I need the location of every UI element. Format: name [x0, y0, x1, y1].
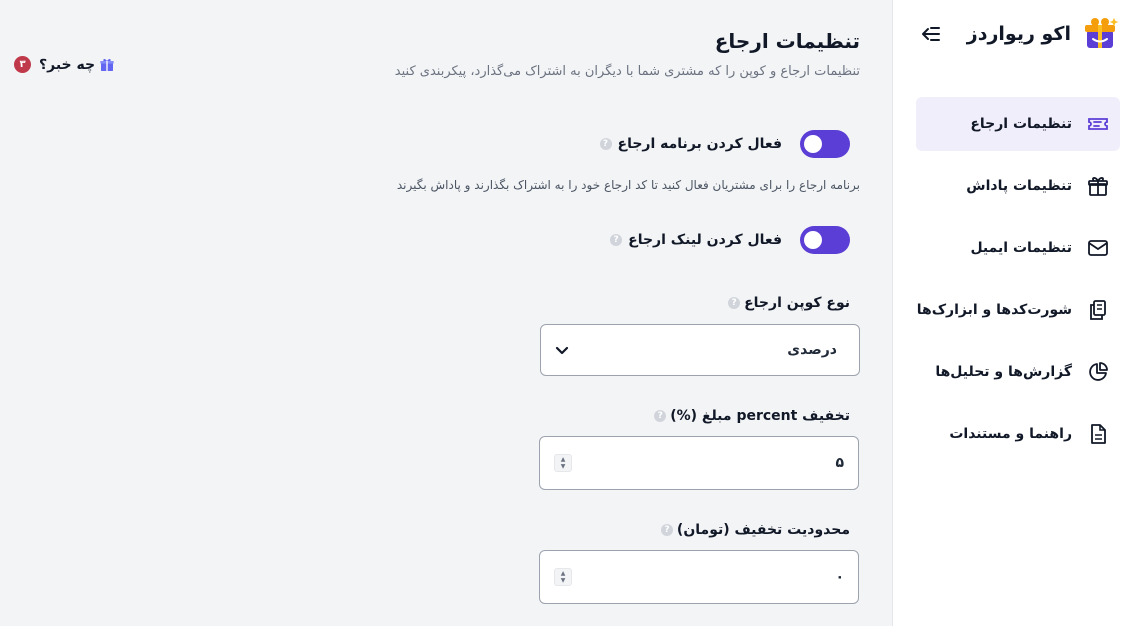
sidebar-item-label: تنظیمات ایمیل	[970, 240, 1072, 256]
discount-label: تخفیف percent مبلغ (%)	[670, 408, 850, 424]
brand-name: اکو ریواردز	[966, 23, 1071, 45]
mail-icon	[1088, 240, 1108, 256]
coupon-type-label-row: نوع کوپن ارجاع ?	[728, 295, 850, 311]
enable-program-toggle[interactable]	[800, 130, 850, 158]
sidebar-item-label: راهنما و مستندات	[949, 426, 1072, 442]
sidebar-item-label: تنظیمات ارجاع	[970, 116, 1072, 132]
gift-icon	[1088, 177, 1108, 196]
chevron-down-icon	[555, 346, 569, 355]
help-icon[interactable]: ?	[610, 234, 623, 246]
coupon-type-label: نوع کوپن ارجاع	[744, 295, 850, 311]
sidebar-item-label: شورت‌کدها و ابزارک‌ها	[916, 302, 1072, 318]
help-icon[interactable]: ?	[660, 524, 673, 536]
number-stepper[interactable]: ▲ ▼	[554, 568, 572, 586]
sidebar-item-shortcodes[interactable]: شورت‌کدها و ابزارک‌ها	[916, 283, 1120, 337]
enable-link-label: فعال کردن لینک ارجاع	[628, 232, 782, 248]
sidebar-nav: تنظیمات ارجاع تنظیمات پاداش تنظیمات ایمی…	[916, 97, 1120, 469]
enable-program-row: فعال کردن برنامه ارجاع ?	[599, 130, 850, 158]
coupon-type-value: درصدی	[787, 342, 837, 358]
main-content: تنظیمات ارجاع تنظیمات ارجاع و کوپن را که…	[0, 0, 892, 626]
program-description: برنامه ارجاع را برای مشتریان فعال کنید ت…	[396, 178, 860, 192]
sidebar-item-label: تنظیمات پاداش	[966, 178, 1072, 194]
help-icon[interactable]: ?	[654, 410, 667, 422]
sidebar-item-label: گزارش‌ها و تحلیل‌ها	[935, 364, 1072, 380]
discount-input[interactable]: ۵ ▲ ▼	[539, 436, 859, 490]
collapse-sidebar-icon[interactable]	[919, 22, 943, 46]
brand: اکو ریواردز	[967, 14, 1121, 54]
number-stepper[interactable]: ▲ ▼	[554, 454, 572, 472]
clipboard-icon	[1090, 300, 1106, 320]
discount-value: ۵	[835, 455, 844, 471]
gift-icon	[100, 58, 114, 71]
enable-program-label: فعال کردن برنامه ارجاع	[617, 136, 783, 152]
ticket-icon	[1088, 118, 1108, 130]
sidebar-item-docs[interactable]: راهنما و مستندات	[916, 407, 1120, 461]
limit-label: محدودیت تخفیف (تومان)	[676, 522, 850, 538]
pie-chart-icon	[1089, 362, 1108, 381]
limit-value: ۰	[835, 569, 844, 585]
brand-logo-icon	[1085, 18, 1119, 48]
sidebar-item-email-settings[interactable]: تنظیمات ایمیل	[916, 221, 1120, 275]
notification-badge: ۳	[14, 56, 31, 73]
sidebar-item-reward-settings[interactable]: تنظیمات پاداش	[916, 159, 1120, 213]
limit-label-row: محدودیت تخفیف (تومان) ?	[660, 522, 850, 538]
whats-new-label: چه خبر؟	[39, 56, 96, 73]
discount-label-row: تخفیف percent مبلغ (%) ?	[654, 408, 850, 424]
help-icon[interactable]: ?	[728, 297, 741, 309]
enable-link-row: فعال کردن لینک ارجاع ?	[610, 226, 850, 254]
help-icon[interactable]: ?	[599, 138, 612, 150]
page-title: تنظیمات ارجاع	[714, 29, 860, 53]
sidebar: اکو ریواردز تنظیمات ارجاع تنظیمات پاداش	[892, 0, 1143, 626]
whats-new-button[interactable]: ۳ چه خبر؟	[14, 56, 115, 73]
sidebar-item-reports[interactable]: گزارش‌ها و تحلیل‌ها	[916, 345, 1120, 399]
page-subtitle: تنظیمات ارجاع و کوپن را که مشتری شما با …	[394, 64, 860, 79]
sidebar-item-referral-settings[interactable]: تنظیمات ارجاع	[916, 97, 1120, 151]
document-icon	[1091, 424, 1106, 444]
limit-input[interactable]: ۰ ▲ ▼	[539, 550, 859, 604]
enable-link-toggle[interactable]	[800, 226, 850, 254]
coupon-type-select[interactable]: درصدی	[540, 324, 860, 376]
